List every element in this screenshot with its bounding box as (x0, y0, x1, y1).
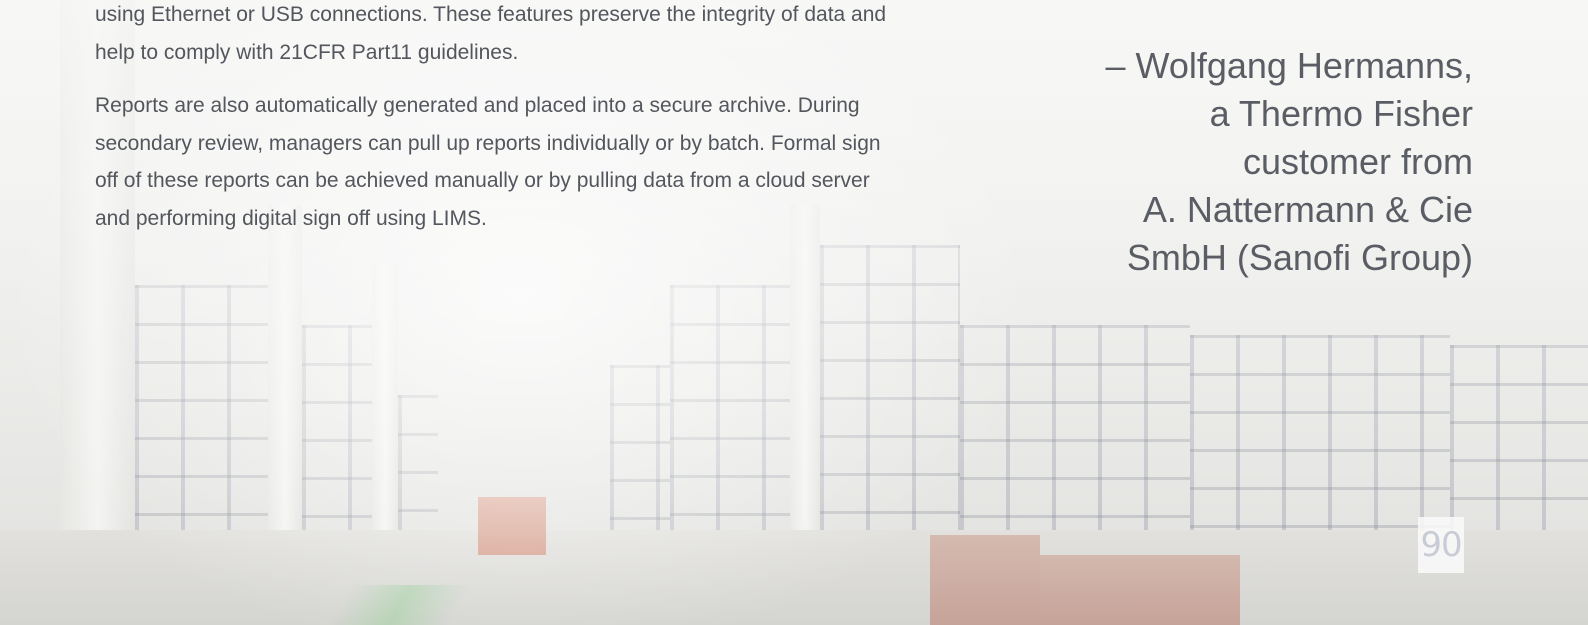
aisle-number-sign: 90 (1418, 517, 1464, 573)
attribution-line: customer from (1242, 141, 1473, 182)
text-line: secondary review, managers can pull up r… (95, 131, 881, 155)
quote-attribution: – Wolfgang Hermanns, a Thermo Fisher cus… (1053, 42, 1473, 282)
text-line: Reports are also automatically generated… (95, 94, 860, 117)
paragraph-data-integrity: using Ethernet or USB connections. These… (95, 0, 1000, 71)
page: 90 using Ethernet or USB connections. Th… (0, 0, 1588, 625)
text-line: off of these reports can be achieved man… (95, 169, 870, 192)
attribution-line: – Wolfgang Hermanns, (1105, 45, 1473, 86)
attribution-line: A. Nattermann & Cie (1142, 189, 1473, 230)
body-text: using Ethernet or USB connections. These… (95, 0, 1000, 253)
paragraph-reports: Reports are also automatically generated… (95, 87, 1000, 237)
attribution-line: a Thermo Fisher (1209, 93, 1473, 134)
text-line: using Ethernet or USB connections. These… (95, 3, 887, 26)
attribution-line: SmbH (Sanofi Group) (1126, 237, 1473, 278)
text-line: help to comply with 21CFR Part11 guideli… (95, 40, 519, 64)
text-line: and performing digital sign off using LI… (95, 206, 487, 230)
